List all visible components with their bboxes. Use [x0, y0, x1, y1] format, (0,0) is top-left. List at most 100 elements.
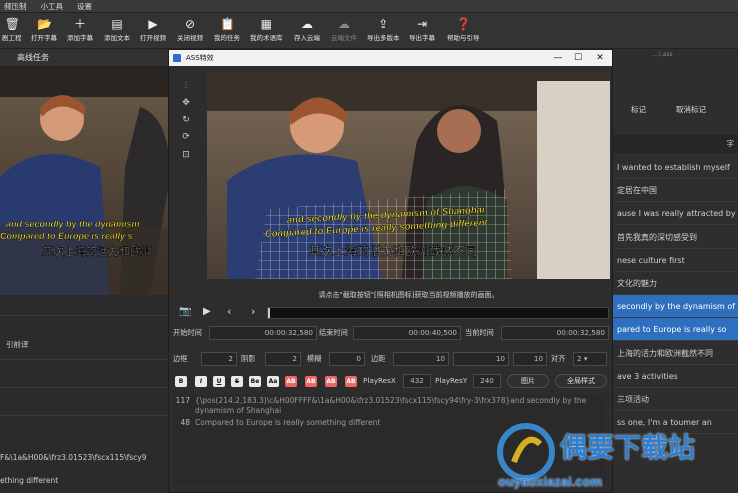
margin-vertical-field[interactable]: 10 — [513, 352, 547, 366]
playback-controls: 📷 ▶ ‹ › — [179, 305, 609, 320]
plus-icon: ＋ — [73, 17, 86, 31]
image-button[interactable]: 图片 — [507, 374, 549, 388]
rotate-icon[interactable]: ↻ — [180, 114, 192, 126]
blur-edge-button[interactable]: Be — [249, 376, 261, 387]
subtitle-row[interactable]: secondly by the dynamism of — [613, 295, 738, 319]
current-time-field[interactable]: 00:00:32,580 — [501, 326, 609, 340]
dialog-sub-zh: 其次上海的活力和欧洲截然不同 — [309, 243, 477, 258]
color-primary-button[interactable]: AB — [285, 376, 297, 387]
export-multi-version-button[interactable]: ⇪ 导出多版本 — [367, 15, 400, 42]
dialog-titlebar: ASS特效 — ☐ ✕ — [169, 50, 612, 66]
subtitle-row[interactable]: nese culture first — [613, 249, 738, 272]
playresx-field[interactable]: 432 — [403, 374, 431, 388]
video-frame-image: and secondly by the dynamism of Shanghai… — [207, 71, 610, 279]
color-outline-button[interactable]: AB — [325, 376, 337, 387]
help-icon: ❓ — [456, 17, 472, 31]
divider — [0, 315, 170, 316]
subtitle-row[interactable]: ause I was really attracted by — [613, 202, 738, 226]
mark-button[interactable]: 标记 — [631, 101, 646, 119]
open-subtitle-button[interactable]: 📂 打开字幕 — [31, 15, 57, 42]
color-secondary-button[interactable]: AB — [305, 376, 317, 387]
right-action-bar: 标记 取消标记 — [613, 101, 738, 119]
playresx-label: PlayResX — [363, 376, 396, 385]
save-cloud-button[interactable]: ☁ 存入云端 — [294, 15, 320, 42]
timeline-slider[interactable] — [267, 307, 609, 319]
subtitle-row[interactable]: I wanted to establish myself — [613, 156, 738, 179]
export-subtitle-button[interactable]: ⇥ 导出字幕 — [409, 15, 435, 42]
subtitle-row[interactable]: 首先我真的深切感受到 — [613, 226, 738, 249]
left-sub-en1: and secondly by the dynamism — [6, 219, 140, 229]
open-video-button[interactable]: ▶ 打开视频 — [140, 15, 166, 42]
subtitle-row[interactable]: 上海的活力和欧洲截然不同 — [613, 342, 738, 365]
subtitle-row[interactable]: ave 3 activities — [613, 365, 738, 388]
global-style-button[interactable]: 全局样式 — [555, 374, 607, 388]
export-multi-icon: ⇪ — [378, 17, 389, 31]
left-panel-header: 高线任务 — [0, 49, 170, 67]
unmark-button[interactable]: 取消标记 — [676, 101, 706, 119]
close-video-button[interactable]: ⊘ 关闭视频 — [177, 15, 203, 42]
watermark-domain: ouyaoxiazai.com — [498, 474, 603, 489]
cloud-files-button[interactable]: ☁ 云端文件 — [331, 15, 357, 42]
strike-button[interactable]: S — [231, 376, 243, 387]
shadow-field[interactable]: 2 — [265, 352, 301, 366]
menu-item-settings[interactable]: 设置 — [77, 0, 92, 12]
watermark-logo-icon — [497, 423, 555, 481]
camera-icon[interactable]: 📷 — [179, 306, 191, 317]
video-off-icon: ⊘ — [184, 17, 196, 31]
blur-field[interactable]: 0 — [329, 352, 365, 366]
margin-left-field[interactable]: 10 — [393, 352, 449, 366]
app-icon — [173, 54, 181, 62]
effect-video-preview[interactable]: and secondly by the dynamism of Shanghai… — [207, 71, 610, 279]
playresy-field[interactable]: 240 — [473, 374, 501, 388]
add-text-button[interactable]: ▤ 添加文本 — [104, 15, 130, 42]
position-tool-icon[interactable]: ⫶ — [180, 80, 192, 92]
border-field[interactable]: 2 — [201, 352, 237, 366]
export-icon: ⇥ — [416, 17, 428, 31]
blur-label: 模糊 — [307, 354, 322, 363]
subtitle-row[interactable]: 三项活动 — [613, 388, 738, 411]
trash-icon: 🗑 — [4, 17, 20, 31]
line-number: 48 — [180, 418, 190, 427]
text-file-icon: ▤ — [111, 17, 123, 31]
margin-right-field[interactable]: 10 — [453, 352, 509, 366]
add-subtitle-button[interactable]: ＋添加字幕 — [67, 15, 93, 42]
prev-frame-icon[interactable]: ‹ — [227, 305, 231, 318]
subtitle-row[interactable]: 定居在中国 — [613, 179, 738, 203]
column-header: 字 — [613, 135, 738, 153]
watermark: 偶要下载站 ouyaoxiazai.com — [496, 420, 736, 492]
rotate-3d-icon[interactable]: ⟳ — [180, 131, 192, 143]
scale-icon[interactable]: ⊡ — [180, 149, 192, 161]
start-time-field[interactable]: 00:00:32,580 — [209, 326, 317, 340]
next-frame-icon[interactable]: › — [251, 305, 255, 318]
clear-project-button[interactable]: 🗑 剧工程 — [2, 15, 22, 42]
close-icon[interactable]: ✕ — [589, 50, 611, 66]
line-number: 117 — [175, 396, 190, 405]
color-shadow-button[interactable]: AB — [345, 376, 357, 387]
maximize-icon[interactable]: ☐ — [567, 50, 589, 66]
end-time-label: 结束时间 — [319, 328, 348, 337]
italic-button[interactable]: I — [195, 376, 207, 387]
left-row-label: 引前译 — [6, 340, 29, 349]
menu-item-export[interactable]: 频压制 — [4, 0, 27, 12]
move-icon[interactable]: ✥ — [180, 97, 192, 109]
underline-button[interactable]: U — [213, 376, 225, 387]
timeline-handle[interactable] — [268, 308, 270, 318]
my-glossary-button[interactable]: ▦ 我的术语库 — [250, 15, 283, 42]
font-button[interactable]: Aa — [267, 376, 279, 387]
menu-item-tools[interactable]: 小工具 — [41, 0, 64, 12]
align-select[interactable]: 2 ▾ — [573, 352, 607, 366]
subtitle-row[interactable]: pared to Europe is really so — [613, 318, 738, 342]
cloud-upload-icon: ☁ — [301, 17, 313, 31]
subtitle-row[interactable]: 文化的魅力 — [613, 272, 738, 295]
play-icon[interactable]: ▶ — [203, 306, 211, 317]
video-icon: ▶ — [148, 17, 158, 31]
margin-label: 边距 — [371, 354, 386, 363]
my-tasks-button[interactable]: 📋 我的任务 — [214, 15, 240, 42]
end-time-field[interactable]: 00:00:40,500 — [353, 326, 461, 340]
help-guide-button[interactable]: ❓ 帮助与引导 — [447, 15, 480, 42]
minimize-icon[interactable]: — — [547, 50, 569, 66]
bold-button[interactable]: B — [175, 376, 187, 387]
divider — [0, 387, 170, 388]
left-subtitle-list: 引前译 F&\1a&H00&\frz3.01523\fscx115\fscy9 … — [0, 295, 170, 493]
main-video-preview[interactable]: and secondly by the dynamism Compared to… — [0, 67, 170, 295]
